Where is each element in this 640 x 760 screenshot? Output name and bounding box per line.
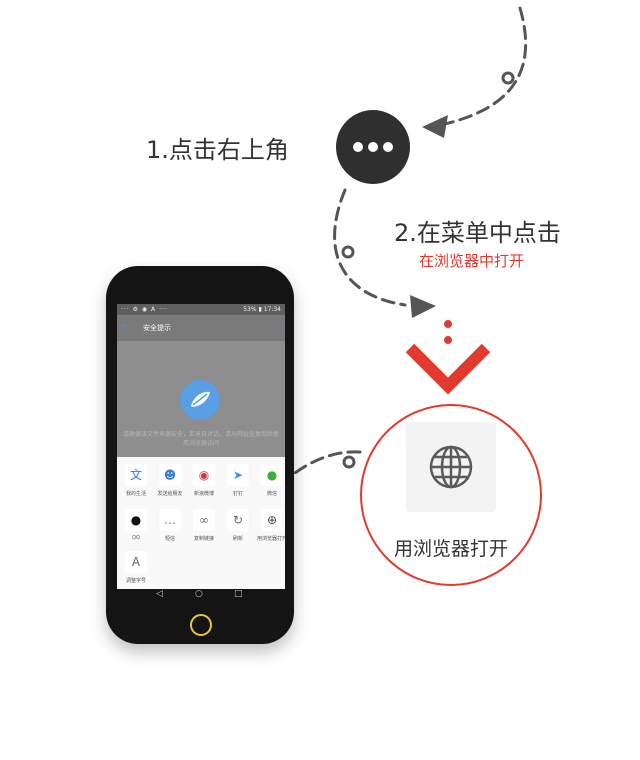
step2-instruction: 2.在菜单中点击 <box>394 219 561 247</box>
weibo-icon: ◉ <box>198 468 210 482</box>
share-sheet: 文我的生活 ☻ 发送给朋友 ◉ 新浪微博 ➤ 钉钉 ● 微信 ● QQ… 短信 ∞ 复制链接 ↻ 刷新 ⊕ 用浏览… <box>117 457 285 589</box>
globe-icon: ⊕ <box>266 513 278 527</box>
warning-text: 请确保该文件来源安全，若来自对话，请从网址处复制后使用浏览器访问 <box>123 431 280 447</box>
share-item[interactable]: ◉ 新浪微博 <box>187 462 221 502</box>
status-right: 53% ▮ 17:34 <box>243 306 281 313</box>
share-item-tile: ➤ <box>227 464 249 486</box>
qq-icon: ● <box>130 513 142 527</box>
share-item[interactable]: ➤ 钉钉 <box>221 462 255 502</box>
share-item[interactable]: … 短信 <box>153 507 187 547</box>
back-arrow-icon[interactable]: ← <box>122 321 130 332</box>
font-size-icon: A <box>131 555 141 569</box>
share-item[interactable]: ☻ 发送给朋友 <box>153 462 187 502</box>
wechat-icon: ● <box>266 468 278 482</box>
dot-icon <box>383 142 393 152</box>
more-menu-button[interactable] <box>336 110 410 184</box>
open-in-browser-tile[interactable] <box>406 422 496 512</box>
share-item-tile: ∞ <box>193 509 215 531</box>
share-item-tile: … <box>159 509 181 531</box>
share-item[interactable]: A 调整字号 <box>119 549 153 589</box>
battery-icon: ▮ <box>258 306 262 313</box>
app-logo-icon <box>180 380 220 420</box>
share-item-tile: ◉ <box>193 464 215 486</box>
share-item-tile: ↻ <box>227 509 249 531</box>
dashed-arrows <box>268 6 528 497</box>
translate-icon: 文 <box>129 468 142 482</box>
battery-level: 53% <box>243 306 257 313</box>
home-button[interactable] <box>190 614 212 636</box>
share-item[interactable]: ● 微信 <box>255 462 285 502</box>
share-item-label: 用浏览器打开 <box>256 536 285 542</box>
clock: 17:34 <box>263 306 281 313</box>
dot-icon <box>368 142 378 152</box>
kebab-menu-icon[interactable]: ⋮ <box>267 321 277 332</box>
chevron-dot <box>444 320 452 328</box>
status-icons: ··· ⚙ ◉ A ··· <box>121 306 168 313</box>
share-item-tile: ● <box>125 509 147 531</box>
dingtalk-icon: ➤ <box>232 468 244 482</box>
chevron-dot <box>444 336 452 344</box>
nav-home-icon[interactable]: ○ <box>195 589 203 599</box>
globe-icon <box>429 445 473 489</box>
warning-panel: 请确保该文件来源安全，若来自对话，请从网址处复制后使用浏览器访问 <box>117 341 285 457</box>
share-item-label: 微信 <box>266 491 277 497</box>
open-in-browser-label: 用浏览器打开 <box>393 538 508 560</box>
share-item[interactable]: ↻ 刷新 <box>221 507 255 547</box>
page-title: 安全提示 <box>143 324 171 332</box>
nav-bar: ◁ ○ □ <box>117 589 285 605</box>
status-bar: ··· ⚙ ◉ A ··· 53% ▮ 17:34 <box>117 304 285 315</box>
share-item-tile: 文 <box>125 464 147 486</box>
dot-icon <box>353 142 363 152</box>
nav-recents-icon[interactable]: □ <box>234 589 243 599</box>
step2-subtitle: 在浏览器中打开 <box>419 252 525 270</box>
share-item-tile: ☻ <box>159 464 181 486</box>
share-item-label: 调整字号 <box>125 578 146 584</box>
zoom-callout: 用浏览器打开 <box>360 404 542 586</box>
share-item[interactable]: ∞ 复制链接 <box>187 507 221 547</box>
contacts-icon: ☻ <box>163 468 177 482</box>
share-item[interactable]: ● QQ <box>119 507 153 547</box>
share-item-tile: A <box>125 551 147 573</box>
link-icon: ∞ <box>199 513 209 527</box>
step1-instruction: 1.点击右上角 <box>146 136 289 164</box>
share-item-tile: ⊕ <box>261 509 283 531</box>
share-item[interactable]: ⊕ 用浏览器打开 <box>255 507 285 547</box>
refresh-icon: ↻ <box>232 513 244 527</box>
share-item-tile: ● <box>261 464 283 486</box>
sms-icon: … <box>164 513 176 527</box>
share-item[interactable]: 文我的生活 <box>119 462 153 502</box>
phone-screen: ··· ⚙ ◉ A ··· 53% ▮ 17:34 ← 安全提示 ⋮ 请确保该文… <box>117 304 285 589</box>
title-bar: ← 安全提示 ⋮ <box>117 315 285 341</box>
nav-back-icon[interactable]: ◁ <box>156 589 163 599</box>
